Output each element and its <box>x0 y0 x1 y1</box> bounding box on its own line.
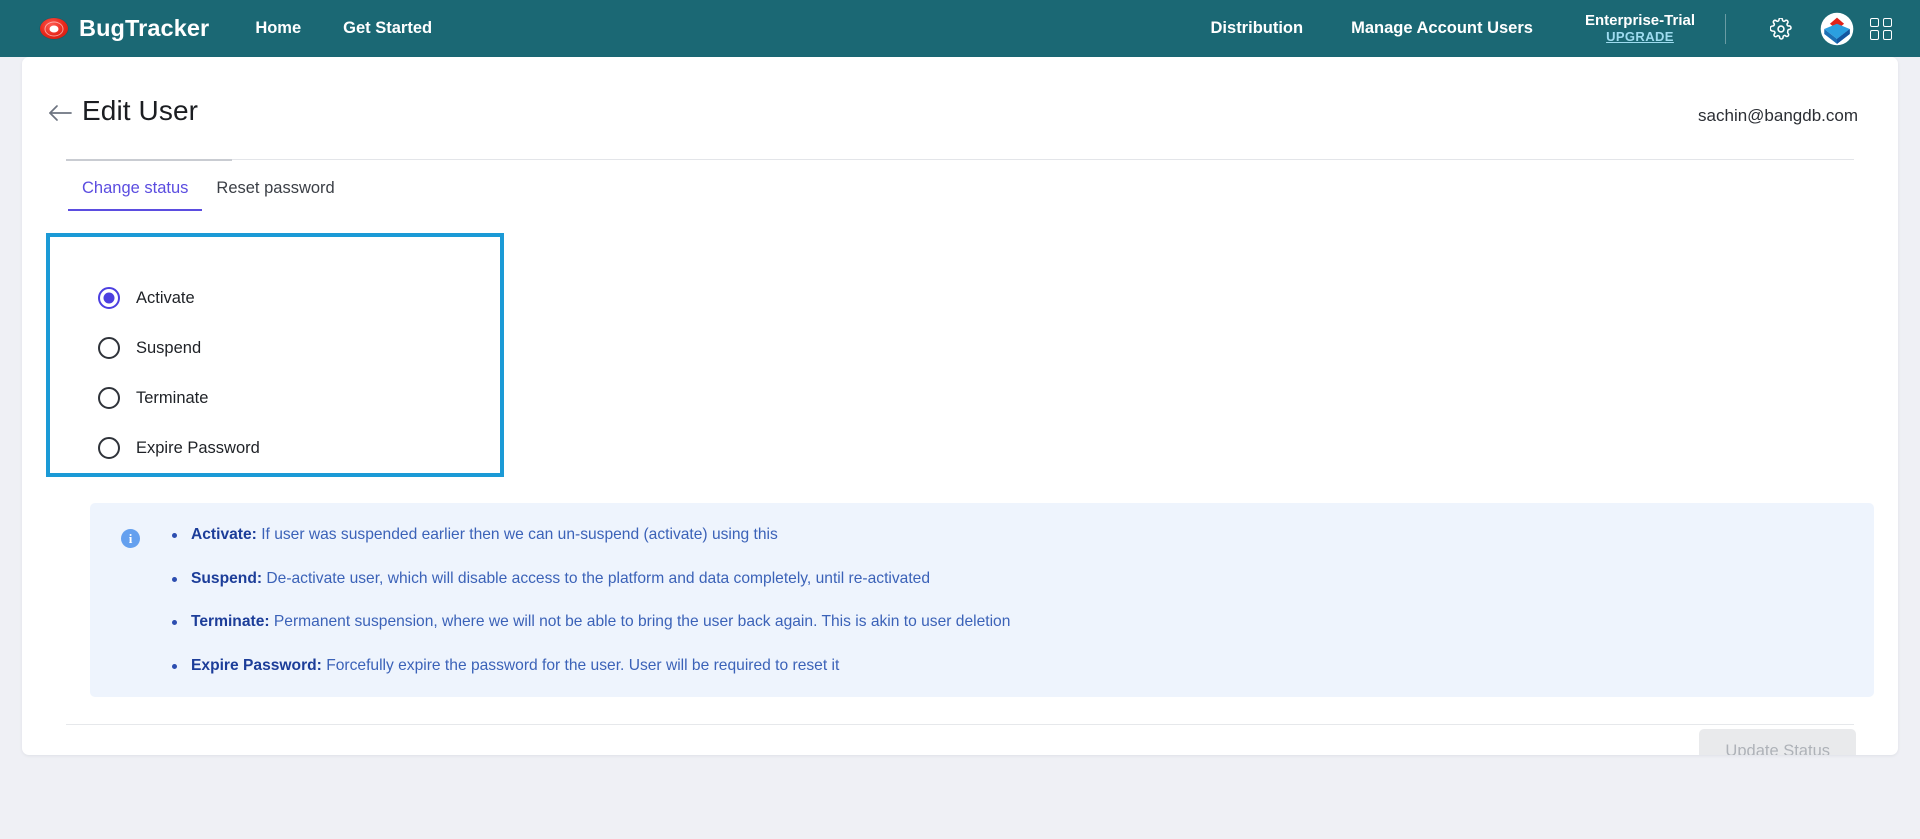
bug-logo-icon <box>40 18 68 39</box>
radio-indicator <box>98 387 120 409</box>
grid-cell <box>1870 17 1880 27</box>
grid-cell <box>1882 30 1892 40</box>
info-circle-icon: i <box>121 529 140 548</box>
bangdb-logo-icon[interactable] <box>1820 12 1854 46</box>
grid-cell <box>1882 17 1892 27</box>
radio-option-expire-password[interactable]: Expire Password <box>98 423 500 473</box>
radio-indicator <box>98 437 120 459</box>
nav-link-manage-account-users[interactable]: Manage Account Users <box>1351 19 1533 38</box>
info-term: Terminate: <box>191 613 270 631</box>
brand-name: BugTracker <box>79 15 210 41</box>
card-actions: Update Status <box>22 697 1898 755</box>
brand-logo-group[interactable]: BugTracker <box>40 15 209 42</box>
info-term: Expire Password: <box>191 656 322 674</box>
apps-grid-icon[interactable] <box>1864 12 1898 46</box>
info-text: De-activate user, which will disable acc… <box>262 569 931 587</box>
back-arrow-icon[interactable] <box>46 99 74 127</box>
info-list-item: Activate: If user was suspended earlier … <box>170 527 1854 571</box>
card-header: Edit User sachin@bangdb.com <box>22 57 1898 141</box>
plan-name-label: Enterprise-Trial <box>1584 11 1695 29</box>
info-text: If user was suspended earlier then we ca… <box>256 526 778 543</box>
tab-bar: Change status Reset password <box>22 159 1898 211</box>
info-panel: i Activate: If user was suspended earlie… <box>90 503 1874 698</box>
nav-link-get-started[interactable]: Get Started <box>343 19 432 38</box>
edit-user-card: Edit User sachin@bangdb.com Change statu… <box>22 57 1898 755</box>
info-list-item: Terminate: Permanent suspension, where w… <box>170 614 1854 658</box>
info-text: Forcefully expire the password for the u… <box>321 656 840 674</box>
radio-option-suspend[interactable]: Suspend <box>98 323 500 373</box>
top-navigation-bar: BugTracker Home Get Started Distribution… <box>0 0 1920 57</box>
radio-label: Activate <box>136 288 195 307</box>
radio-label: Terminate <box>136 388 209 407</box>
nav-link-home[interactable]: Home <box>255 19 301 38</box>
card-footer-divider <box>66 724 1854 725</box>
page-content-wrapper: Edit User sachin@bangdb.com Change statu… <box>0 57 1920 755</box>
tab-change-status[interactable]: Change status <box>68 179 203 211</box>
info-list-item: Suspend: De-activate user, which will di… <box>170 569 1854 615</box>
info-term: Activate: <box>191 526 257 543</box>
upgrade-link[interactable]: UPGRADE <box>1606 29 1674 45</box>
info-list: Activate: If user was suspended earlier … <box>170 527 1854 673</box>
gear-icon[interactable] <box>1764 12 1798 46</box>
radio-label: Suspend <box>136 338 202 357</box>
status-options-panel: Activate Suspend Terminate Expire Passwo… <box>46 233 504 477</box>
radio-option-activate[interactable]: Activate <box>98 273 500 323</box>
nav-divider <box>1725 13 1726 44</box>
grid-cell <box>1870 30 1880 40</box>
radio-indicator <box>98 287 120 309</box>
radio-indicator <box>98 337 120 359</box>
page-title: Edit User <box>82 95 199 126</box>
tab-reset-password[interactable]: Reset password <box>202 179 348 211</box>
info-list-item: Expire Password: Forcefully expire the p… <box>170 656 1854 674</box>
info-text: Permanent suspension, where we will not … <box>269 613 1011 631</box>
info-term: Suspend: <box>191 569 263 587</box>
secondary-nav-links: Distribution Manage Account Users Enterp… <box>1163 12 1898 46</box>
plan-badge: Enterprise-Trial UPGRADE <box>1584 11 1695 45</box>
user-email-label: sachin@bangdb.com <box>1698 106 1858 125</box>
update-status-button[interactable]: Update Status <box>1699 729 1856 755</box>
radio-label: Expire Password <box>136 438 260 457</box>
nav-link-distribution[interactable]: Distribution <box>1211 19 1304 38</box>
primary-nav-links: Home Get Started <box>255 19 432 38</box>
radio-option-terminate[interactable]: Terminate <box>98 373 500 423</box>
